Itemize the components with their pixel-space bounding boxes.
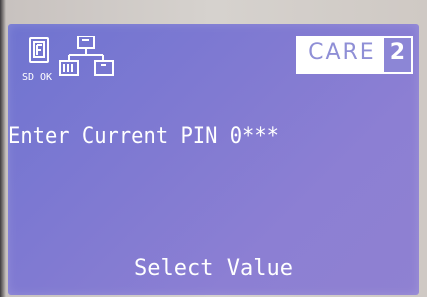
- sd-card-icon: [29, 37, 49, 63]
- care-badge: CARE 2: [296, 36, 413, 74]
- select-value-softkey[interactable]: Select Value: [8, 256, 419, 281]
- care-number: 2: [383, 38, 411, 72]
- network-status-icon: SD OK: [22, 36, 114, 82]
- lcd-screen: SD OK CARE 2 Enter Current PIN 0*** Sele…: [8, 24, 419, 295]
- status-bar: SD OK CARE 2: [8, 24, 419, 82]
- care-label: CARE: [298, 38, 384, 72]
- ok-label: OK: [40, 72, 52, 82]
- sd-label: SD: [22, 72, 34, 82]
- network-tree-icon: [59, 36, 114, 76]
- pin-prompt: Enter Current PIN 0***: [8, 124, 280, 149]
- device-frame: SD OK CARE 2 Enter Current PIN 0*** Sele…: [0, 0, 427, 297]
